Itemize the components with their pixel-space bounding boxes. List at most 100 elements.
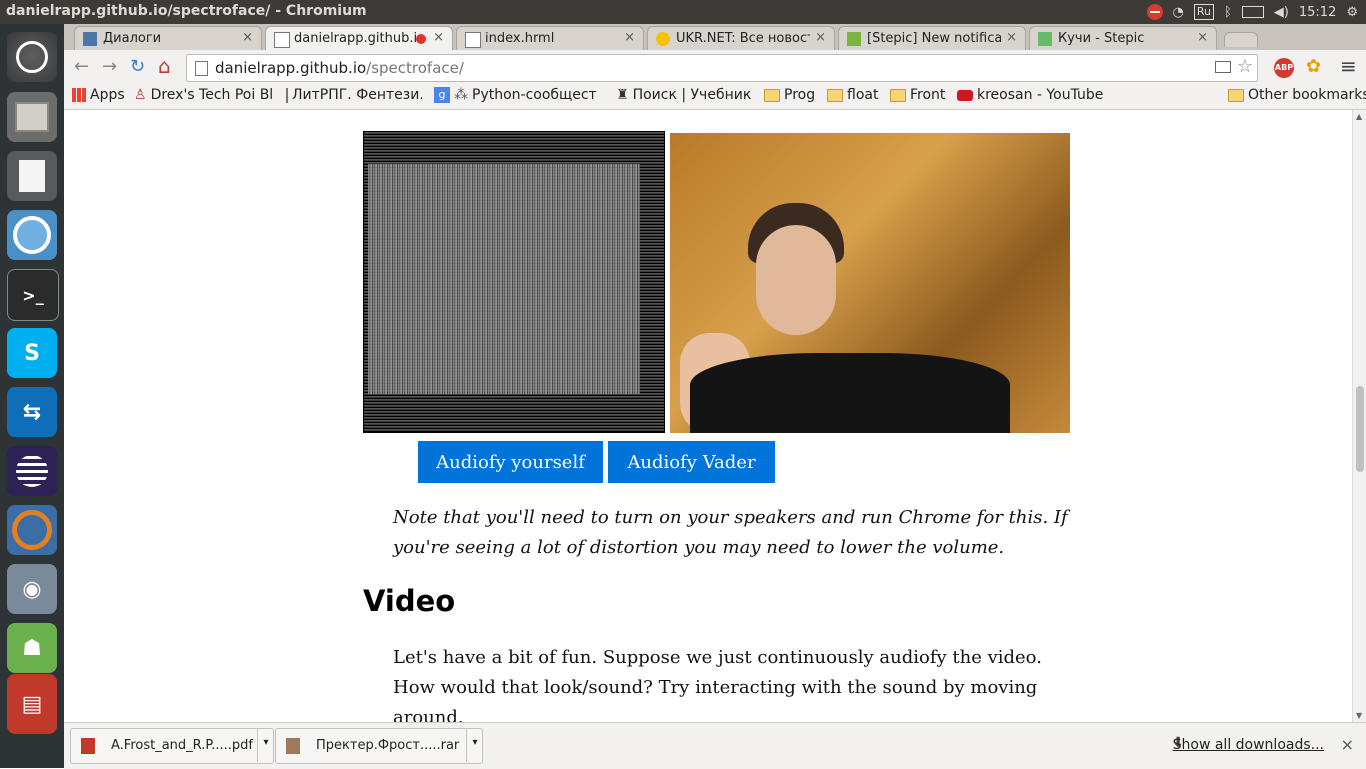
bookmark-search[interactable]: ♜ Поиск | Учебник J bbox=[616, 87, 752, 103]
address-bar[interactable]: danielrapp.github.io/spectroface/ ☆ bbox=[186, 54, 1258, 82]
camera-icon[interactable] bbox=[1215, 61, 1231, 73]
wifi-icon[interactable]: ◔ bbox=[1173, 5, 1184, 20]
reload-button[interactable]: ↻ bbox=[130, 56, 145, 77]
folder-icon bbox=[764, 88, 780, 102]
page-icon bbox=[195, 61, 208, 76]
vk-icon bbox=[83, 32, 97, 46]
bookmarks-bar: Apps ♙ Drex's Tech Poi Blo ЛитРПГ. Фенте… bbox=[64, 84, 1366, 110]
download-item[interactable]: A.Frost_and_R.P.....pdf ▾ bbox=[70, 728, 274, 764]
url-path: /spectroface/ bbox=[366, 59, 464, 77]
close-icon[interactable]: × bbox=[624, 30, 635, 45]
page-content: Audiofy yourself Audiofy Vader Note that… bbox=[64, 110, 1352, 722]
webcam-person-shirt bbox=[690, 353, 1010, 433]
download-item[interactable]: Пректер.Фрост.....rar ▾ bbox=[275, 728, 483, 764]
drex-icon: ♙ bbox=[134, 87, 147, 103]
bookmark-kreosan[interactable]: kreosan - YouTube bbox=[957, 87, 1103, 103]
pdf-icon bbox=[81, 738, 95, 754]
close-icon[interactable]: × bbox=[1197, 30, 1208, 45]
menu-icon[interactable]: ≡ bbox=[1340, 54, 1357, 78]
folder-icon bbox=[890, 88, 906, 102]
recording-icon bbox=[416, 34, 426, 44]
scroll-up-icon[interactable]: ▲ bbox=[1356, 112, 1362, 121]
clock[interactable]: 15:12 bbox=[1299, 5, 1336, 20]
bluetooth-icon[interactable]: ᛒ bbox=[1224, 5, 1232, 20]
archive-icon bbox=[286, 738, 300, 754]
tab-ukrnet[interactable]: UKR.NET: Все новости × bbox=[647, 26, 835, 51]
bookmark-folder-float[interactable]: float bbox=[827, 87, 878, 103]
keyboard-layout[interactable]: Ru bbox=[1193, 4, 1214, 20]
url-host: danielrapp.github.io bbox=[215, 59, 367, 77]
close-icon[interactable]: × bbox=[433, 30, 444, 45]
note-text: Note that you'll need to turn on your sp… bbox=[393, 507, 1068, 558]
scrollbar-thumb[interactable] bbox=[1356, 386, 1364, 472]
bookmark-apps[interactable]: Apps bbox=[72, 87, 125, 103]
tab-stepic-notification[interactable]: [Stepic] New notificat × bbox=[838, 26, 1026, 51]
chromium-icon[interactable] bbox=[7, 210, 57, 260]
files-icon[interactable] bbox=[7, 92, 57, 142]
page-scrollbar[interactable]: ▲ ▼ bbox=[1352, 110, 1366, 722]
page-icon bbox=[465, 32, 481, 48]
google-plus-icon: g bbox=[434, 87, 450, 103]
image-viewer-icon[interactable]: ◉ bbox=[7, 564, 57, 614]
tab-spectroface[interactable]: danielrapp.github.io × bbox=[265, 26, 453, 51]
spectrogram-canvas bbox=[363, 131, 665, 433]
close-icon[interactable]: × bbox=[815, 30, 826, 45]
system-tray: ◔ Ru ᛒ ◀) 15:12 ⚙ bbox=[1146, 2, 1358, 22]
new-tab-button[interactable] bbox=[1224, 32, 1258, 47]
tab-stepic-heaps[interactable]: Кучи - Stepic × bbox=[1029, 26, 1217, 51]
skype-icon[interactable]: S bbox=[7, 328, 57, 378]
volume-icon[interactable]: ◀) bbox=[1274, 5, 1289, 20]
downloads-bar: A.Frost_and_R.P.....pdf ▾ Пректер.Фрост.… bbox=[64, 722, 1366, 769]
page-icon bbox=[286, 87, 288, 103]
section-heading: Video bbox=[363, 584, 456, 618]
tab-index[interactable]: index.hrml × bbox=[456, 26, 644, 51]
tab-dialogs[interactable]: Диалоги × bbox=[74, 26, 262, 51]
webcam-person-face bbox=[756, 225, 836, 335]
close-icon[interactable]: × bbox=[1006, 30, 1017, 45]
bookmark-litrpg[interactable]: ЛитРПГ. Фентези. bbox=[286, 87, 422, 103]
bookmark-folder-prog[interactable]: Prog bbox=[764, 87, 815, 103]
app-icon[interactable] bbox=[7, 505, 57, 555]
show-all-downloads-link[interactable]: Show all downloads... bbox=[1173, 737, 1324, 753]
page-icon bbox=[274, 32, 290, 48]
no-entry-icon[interactable] bbox=[1146, 4, 1163, 20]
folder-icon bbox=[827, 88, 843, 102]
stepic-icon bbox=[1038, 32, 1052, 46]
folder-icon bbox=[1228, 88, 1244, 102]
eclipse-icon[interactable] bbox=[7, 446, 57, 496]
chevron-down-icon[interactable]: ▾ bbox=[257, 728, 274, 762]
launcher: >_ S ⇆ ◉ ☗ ▤ bbox=[0, 24, 64, 768]
star-icon[interactable]: ☆ bbox=[1237, 56, 1253, 77]
spectrogram-image bbox=[368, 164, 640, 394]
bookmark-python[interactable]: g ⁂ Python-сообщест bbox=[434, 87, 604, 103]
home-button[interactable]: ⌂ bbox=[158, 54, 171, 78]
python-icon: ⁂ bbox=[454, 87, 468, 103]
scroll-down-icon[interactable]: ▼ bbox=[1356, 711, 1362, 720]
audiofy-yourself-button[interactable]: Audiofy yourself bbox=[418, 441, 603, 483]
chevron-down-icon[interactable]: ▾ bbox=[466, 728, 483, 762]
section-paragraph: Let's have a bit of fun. Suppose we just… bbox=[393, 647, 1042, 722]
bookmark-drex[interactable]: ♙ Drex's Tech Poi Blo bbox=[134, 87, 274, 103]
close-icon[interactable]: × bbox=[1341, 735, 1354, 754]
close-icon[interactable]: × bbox=[242, 30, 253, 45]
extension-icon[interactable]: ✿ bbox=[1306, 56, 1321, 77]
browser-toolbar: ← → ↻ ⌂ danielrapp.github.io/spectroface… bbox=[64, 50, 1366, 84]
bookmark-folder-front[interactable]: Front bbox=[890, 87, 945, 103]
forward-button[interactable]: → bbox=[102, 56, 117, 77]
terminal-icon[interactable]: >_ bbox=[7, 269, 59, 321]
tab-strip: Диалоги × danielrapp.github.io × index.h… bbox=[64, 24, 1366, 51]
youtube-icon bbox=[957, 89, 973, 101]
teamviewer-icon[interactable]: ⇆ bbox=[7, 387, 57, 437]
ubuntu-dash-icon[interactable] bbox=[7, 32, 57, 82]
audiofy-vader-button[interactable]: Audiofy Vader bbox=[608, 441, 775, 483]
back-button[interactable]: ← bbox=[74, 56, 89, 77]
adblock-icon[interactable]: ABP bbox=[1274, 58, 1294, 78]
stacked-apps-icon[interactable]: ▤ bbox=[7, 674, 57, 734]
android-icon[interactable]: ☗ bbox=[7, 623, 57, 673]
bookmark-other[interactable]: Other bookmarks bbox=[1228, 87, 1366, 103]
gear-icon[interactable]: ⚙ bbox=[1346, 5, 1358, 20]
text-editor-icon[interactable] bbox=[7, 151, 57, 201]
webcam-video bbox=[670, 133, 1070, 433]
apps-icon bbox=[72, 88, 86, 102]
battery-icon[interactable] bbox=[1241, 6, 1264, 18]
